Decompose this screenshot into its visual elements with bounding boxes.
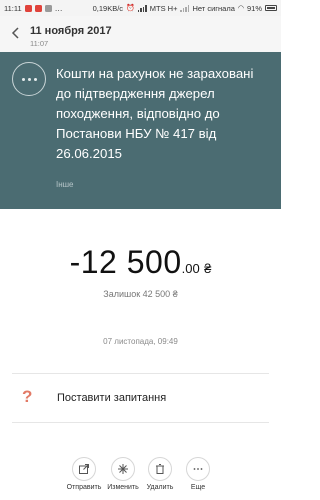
carrier-name: MTS H+: [149, 3, 178, 13]
status-time: 11:11: [4, 3, 22, 13]
send-label: Отправить: [66, 484, 102, 491]
transaction-card: Кошти на рахунок не зараховані до підтве…: [0, 52, 281, 209]
bottom-toolbar: Отправить Изменить Удалить Еще: [0, 455, 281, 500]
no-signal-icon: [180, 4, 190, 12]
status-bar: 11:11 … 0,19KB/c ⏰ MTS H+ Нет сигнала ◠ …: [0, 0, 281, 16]
more-dots-icon: [193, 468, 203, 470]
trash-icon: [156, 464, 164, 474]
header-time: 11:07: [30, 39, 49, 48]
wifi-icon: ◠: [237, 5, 244, 12]
transaction-datetime: 07 листопада, 09:49: [103, 337, 178, 346]
more-options-icon[interactable]: [12, 62, 46, 96]
ask-question-button[interactable]: ? Поставити запитання: [0, 383, 281, 415]
no-signal-label: Нет сигнала: [192, 3, 235, 13]
transaction-category: Інше: [56, 180, 74, 189]
back-button[interactable]: [6, 24, 24, 42]
battery-percent: 91%: [246, 3, 262, 13]
amount-currency: ₴: [204, 261, 212, 276]
notification-app-icon: [44, 4, 52, 12]
notification-app-icon: [34, 4, 42, 12]
account-balance: Залишок 42 500 ₴: [103, 289, 178, 299]
more-button[interactable]: Еще: [176, 457, 220, 491]
divider: [12, 373, 269, 374]
notification-app-icon: [24, 4, 32, 12]
transaction-description: Кошти на рахунок не зараховані до підтве…: [56, 66, 254, 161]
amount-decimals: .00: [181, 261, 200, 276]
amount-integer: -12 500: [69, 244, 182, 280]
ask-question-label: Поставити запитання: [57, 392, 167, 404]
more-label: Еще: [190, 484, 206, 491]
signal-icon: [137, 4, 147, 12]
divider: [12, 422, 269, 423]
network-speed: 0,19KB/c: [92, 3, 124, 13]
header-date: 11 ноября 2017: [30, 25, 112, 37]
battery-icon: [265, 5, 277, 11]
more-notifications-icon: …: [54, 3, 63, 13]
header: 11 ноября 2017 11:07: [0, 16, 281, 52]
share-icon: [79, 464, 89, 474]
alarm-icon: ⏰: [126, 5, 135, 12]
edit-sparkle-icon: [118, 464, 128, 474]
chevron-left-icon: [11, 27, 19, 39]
transaction-amount: -12 500.00 ₴: [0, 244, 281, 281]
question-icon: ?: [22, 387, 33, 406]
send-button[interactable]: Отправить: [62, 457, 106, 491]
